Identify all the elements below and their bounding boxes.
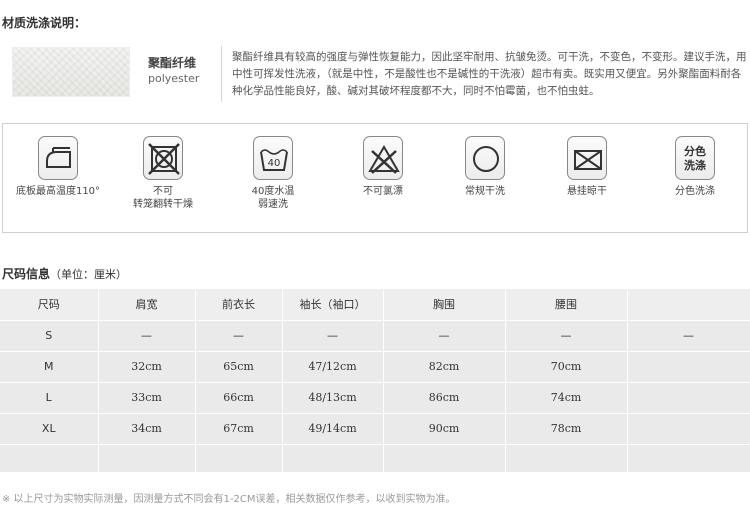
care-item-wash-40: 40 40度水温 弱速洗: [228, 136, 318, 211]
table-cell: 74cm: [505, 382, 628, 414]
table-cell: —: [282, 320, 384, 352]
no-tumble-dry-icon: [143, 136, 183, 180]
table-cell: XL: [0, 413, 99, 445]
care-item-iron: 底板最高温度110°: [13, 136, 103, 198]
table-cell: 86cm: [383, 382, 506, 414]
care-icon-text: 分色 洗涤: [684, 145, 706, 172]
wash-separately-icon: 分色 洗涤: [675, 136, 715, 180]
care-item-dry-clean: 常规干洗: [440, 136, 530, 198]
fabric-english-name: polyester: [148, 72, 200, 85]
table-header-row: 尺码 肩宽 前衣长 袖长（袖口） 胸围 腰围: [0, 289, 750, 321]
iron-icon: [38, 136, 78, 180]
material-box: 聚酯纤维 polyester 聚酯纤维具有较高的强度与弹性恢复能力，因此坚牢耐用…: [2, 40, 748, 108]
table-cell: L: [0, 382, 99, 414]
size-title-text: 尺码信息: [2, 267, 51, 281]
table-cell: —: [505, 320, 628, 352]
table-cell: —: [195, 320, 283, 352]
table-header-cell: 腰围: [505, 289, 628, 321]
size-table: 尺码 肩宽 前衣长 袖长（袖口） 胸围 腰围 S — — — — — — M 3…: [0, 289, 750, 473]
care-label: 40度水温 弱速洗: [251, 186, 295, 210]
fabric-swatch-image: [12, 47, 130, 97]
fabric-name: 聚酯纤维: [148, 56, 197, 70]
divider: [221, 46, 222, 102]
table-cell: [98, 444, 196, 473]
table-row: S — — — — — —: [0, 320, 750, 352]
table-cell: [627, 382, 750, 414]
table-cell: M: [0, 351, 99, 383]
size-unit: （单位：厘米）: [50, 268, 128, 281]
table-cell: 48/13cm: [282, 382, 384, 414]
table-cell: [505, 444, 628, 473]
table-row: M 32cm 65cm 47/12cm 82cm 70cm: [0, 351, 750, 383]
care-item-wash-separately: 分色 洗涤 分色洗涤: [650, 136, 740, 198]
table-header-cell: 袖长（袖口）: [282, 289, 384, 321]
table-header-cell: 前衣长: [195, 289, 283, 321]
table-cell: 32cm: [98, 351, 196, 383]
table-cell: 49/14cm: [282, 413, 384, 445]
table-cell: 65cm: [195, 351, 283, 383]
care-label: 悬挂晾干: [567, 186, 607, 197]
table-cell: 90cm: [383, 413, 506, 445]
care-label: 分色洗涤: [675, 186, 715, 197]
care-item-hang-dry: 悬挂晾干: [542, 136, 632, 198]
table-cell: 47/12cm: [282, 351, 384, 383]
care-label: 常规干洗: [465, 186, 505, 197]
care-label: 底板最高温度110°: [15, 186, 101, 197]
table-cell: [0, 444, 99, 473]
care-instructions-box: 底板最高温度110° 不可 转笼翻转干燥 40 40度水温 弱速洗 不可氯漂 常…: [2, 123, 748, 233]
size-title: 尺码信息（单位：厘米）: [2, 265, 127, 282]
table-cell: [282, 444, 384, 473]
table-cell: 78cm: [505, 413, 628, 445]
table-row: XL 34cm 67cm 49/14cm 90cm 78cm: [0, 413, 750, 445]
table-cell: —: [383, 320, 506, 352]
table-cell: 70cm: [505, 351, 628, 383]
table-cell: [627, 351, 750, 383]
measurement-footnote: ※ 以上尺寸为实物实际测量，因测量方式不同会有1-2CM误差，相关数据仅作参考，…: [2, 494, 456, 505]
care-item-no-bleach: 不可氯漂: [338, 136, 428, 198]
table-header-cell: 胸围: [383, 289, 506, 321]
care-item-no-tumble: 不可 转笼翻转干燥: [118, 136, 208, 211]
table-row: L 33cm 66cm 48/13cm 86cm 74cm: [0, 382, 750, 414]
wash-temperature: 40: [268, 158, 281, 169]
table-cell: —: [627, 320, 750, 352]
table-cell: S: [0, 320, 99, 352]
table-cell: [195, 444, 283, 473]
table-cell: [383, 444, 506, 473]
material-description: 聚酯纤维具有较高的强度与弹性恢复能力，因此坚牢耐用、抗皱免烫。可干洗，不变色，不…: [232, 51, 747, 97]
table-header-cell: 尺码: [0, 289, 99, 321]
table-cell: 34cm: [98, 413, 196, 445]
wash-40-icon: 40: [253, 136, 293, 180]
table-cell: [627, 444, 750, 473]
no-bleach-icon: [363, 136, 403, 180]
table-cell: 82cm: [383, 351, 506, 383]
material-title: 材质洗涤说明：: [2, 16, 87, 30]
table-header-cell: 肩宽: [98, 289, 196, 321]
care-label: 不可氯漂: [363, 186, 403, 197]
table-header-cell: [627, 289, 750, 321]
dry-clean-icon: [465, 136, 505, 180]
table-cell: [627, 413, 750, 445]
table-row-empty: [0, 444, 750, 473]
care-label: 不可 转笼翻转干燥: [133, 186, 193, 210]
table-cell: 66cm: [195, 382, 283, 414]
table-cell: 67cm: [195, 413, 283, 445]
table-cell: —: [98, 320, 196, 352]
table-cell: 33cm: [98, 382, 196, 414]
hang-dry-icon: [567, 136, 607, 180]
